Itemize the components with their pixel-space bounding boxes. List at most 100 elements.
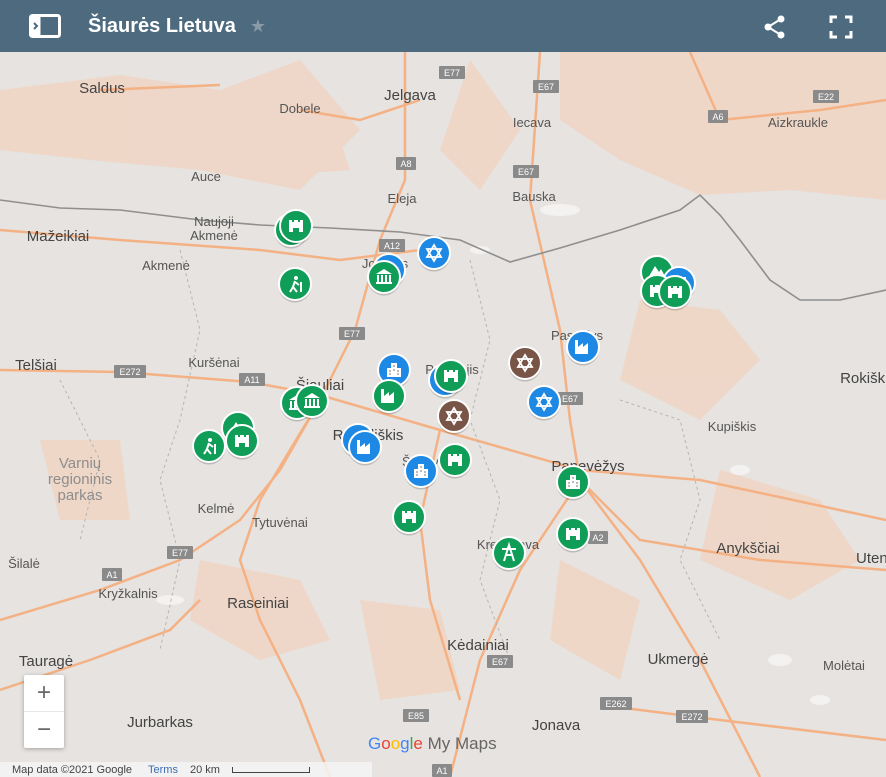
factory-marker[interactable] xyxy=(348,430,382,466)
terms-link[interactable]: Terms xyxy=(148,764,178,776)
road-shield: E67 xyxy=(533,80,559,93)
fort-marker[interactable] xyxy=(658,275,692,311)
road-shield: E85 xyxy=(403,709,429,722)
place-label: Utena xyxy=(856,550,886,567)
road-label: A6 xyxy=(712,112,723,122)
place-label: Naujoji xyxy=(194,214,234,229)
share-icon[interactable] xyxy=(762,14,788,40)
place-label: Kelmė xyxy=(198,501,235,516)
road-label: E77 xyxy=(444,68,460,78)
google-my-maps-logo: Google My Maps xyxy=(368,734,497,753)
hiker-marker[interactable] xyxy=(278,267,312,303)
park-label: parkas xyxy=(57,487,102,504)
place-label: Anykščiai xyxy=(716,540,779,557)
place-label: Dobele xyxy=(279,101,320,116)
zoom-out-button[interactable]: − xyxy=(24,711,64,748)
fullscreen-icon[interactable] xyxy=(828,14,854,40)
place-label: Tytuvėnai xyxy=(252,515,308,530)
road-label: E272 xyxy=(681,712,702,722)
road-shield: E272 xyxy=(114,365,146,378)
place-label: Molėtai xyxy=(823,658,865,673)
road-label: E67 xyxy=(562,394,578,404)
museum-marker[interactable] xyxy=(295,384,329,420)
zoom-control: + − xyxy=(24,675,64,748)
scale-bar xyxy=(231,766,310,773)
zoom-in-button[interactable]: + xyxy=(24,675,64,711)
place-label: Aizkraukle xyxy=(768,115,828,130)
park-label: regioninis xyxy=(48,471,112,488)
place-label: Tauragė xyxy=(19,653,73,670)
factory-marker[interactable] xyxy=(372,379,406,415)
star-icon[interactable]: ★ xyxy=(250,16,266,37)
place-label: Jurbarkas xyxy=(127,714,193,731)
fort-marker[interactable] xyxy=(438,443,472,479)
road-label: A1 xyxy=(436,766,447,776)
road-shield: E67 xyxy=(513,165,539,178)
road-label: E272 xyxy=(119,367,140,377)
place-label: Rokiškis xyxy=(840,370,886,387)
place-label: Kryžkalnis xyxy=(98,586,158,601)
hiker-marker[interactable] xyxy=(192,429,226,465)
fort-marker[interactable] xyxy=(434,359,468,395)
map-footer: Map data ©2021 Google Terms 20 km xyxy=(0,762,372,777)
road-label: A11 xyxy=(244,375,259,385)
museum-marker[interactable] xyxy=(367,260,401,296)
road-shield: A1 xyxy=(102,568,122,581)
road-shield: A11 xyxy=(239,373,265,386)
road-shield: A6 xyxy=(708,110,728,123)
road-shield: E67 xyxy=(487,655,513,668)
place-label: Akmenė xyxy=(142,258,190,273)
place-label: Jelgava xyxy=(384,87,436,104)
place-label: Jonava xyxy=(532,717,581,734)
building-marker[interactable] xyxy=(556,465,590,501)
road-shield: E262 xyxy=(600,697,632,710)
road-label: E22 xyxy=(818,92,834,102)
map-data-attribution: Map data ©2021 Google xyxy=(12,763,133,776)
road-shield: E22 xyxy=(813,90,839,103)
fort-marker[interactable] xyxy=(225,424,259,460)
road-label: A8 xyxy=(400,159,411,169)
toggle-sidebar-button[interactable] xyxy=(22,3,68,49)
road-label: A1 xyxy=(106,570,117,580)
map-header: Šiaurės Lietuva ★ xyxy=(0,0,886,52)
road-label: A12 xyxy=(384,241,400,251)
road-shield: E77 xyxy=(439,66,465,79)
star-of-david-marker[interactable] xyxy=(508,346,542,382)
star-of-david-marker[interactable] xyxy=(437,399,471,435)
scale-label: 20 km xyxy=(189,763,220,776)
place-label: Ukmergė xyxy=(648,651,709,668)
place-label: Šilalė xyxy=(8,556,40,571)
place-label: Telšiai xyxy=(15,357,57,374)
place-label: Kuršėnai xyxy=(188,355,239,370)
place-label: Auce xyxy=(191,169,221,184)
road-shield: E272 xyxy=(676,710,708,723)
road-shield: A8 xyxy=(396,157,416,170)
place-label: Iecava xyxy=(513,115,552,130)
factory-marker[interactable] xyxy=(566,330,600,366)
road-label: E67 xyxy=(518,167,534,177)
sidebar-icon xyxy=(29,14,61,38)
road-label: E77 xyxy=(172,548,188,558)
park-label: Varnių xyxy=(59,455,101,472)
place-label: Bauska xyxy=(512,189,556,204)
fort-marker[interactable] xyxy=(279,209,313,245)
road-shield: A2 xyxy=(588,531,608,544)
road-label: E85 xyxy=(408,711,424,721)
fort-marker[interactable] xyxy=(556,517,590,553)
place-label: Saldus xyxy=(79,80,125,97)
road-label: E67 xyxy=(538,82,554,92)
map-canvas[interactable]: Saldus Dobele Jelgava Iecava Aizkraukle Auce E… xyxy=(0,52,886,777)
star-of-david-marker[interactable] xyxy=(527,385,561,421)
tower-marker[interactable] xyxy=(492,536,526,572)
road-shield: E77 xyxy=(167,546,193,559)
road-label: E77 xyxy=(344,329,360,339)
place-label: Eleja xyxy=(388,191,418,206)
road-label: E262 xyxy=(605,699,626,709)
building-marker[interactable] xyxy=(404,454,438,490)
fort-marker[interactable] xyxy=(392,500,426,536)
road-shield: A1 xyxy=(432,764,452,777)
star-of-david-marker[interactable] xyxy=(417,236,451,272)
road-shield: E77 xyxy=(339,327,365,340)
place-label: Akmenė xyxy=(190,228,238,243)
road-label: E67 xyxy=(492,657,508,667)
